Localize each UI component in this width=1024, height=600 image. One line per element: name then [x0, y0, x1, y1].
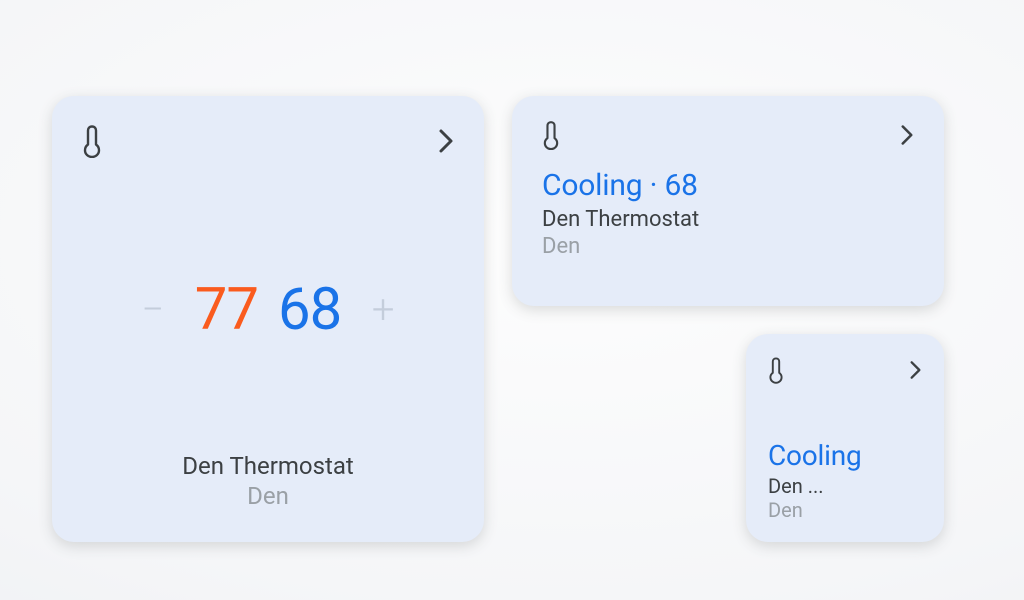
room-name: Den	[542, 234, 914, 259]
thermometer-icon	[82, 124, 102, 158]
thermostat-card-small[interactable]: Cooling Den ... Den	[746, 334, 944, 542]
card-header	[768, 356, 922, 384]
decrease-heat-button[interactable]: −	[131, 290, 175, 330]
thermometer-icon	[768, 356, 784, 384]
temperature-controls: − 77 68 +	[82, 168, 454, 452]
device-name: Den ...	[768, 474, 922, 498]
thermostat-card-medium[interactable]: Cooling · 68 Den Thermostat Den	[512, 96, 944, 306]
thermometer-icon	[542, 120, 560, 150]
thermostat-card-large[interactable]: − 77 68 + Den Thermostat Den	[52, 96, 484, 542]
room-name: Den	[768, 498, 922, 522]
chevron-right-icon[interactable]	[438, 128, 454, 154]
card-footer: Den Thermostat Den	[82, 452, 454, 518]
status-line: Cooling	[768, 439, 922, 472]
device-name: Den Thermostat	[542, 207, 914, 232]
card-body: Cooling · 68 Den Thermostat Den	[542, 168, 914, 259]
status-line: Cooling · 68	[542, 168, 914, 203]
device-name: Den Thermostat	[82, 452, 454, 480]
heat-setpoint: 77	[195, 281, 258, 339]
room-name: Den	[82, 482, 454, 510]
cool-setpoint: 68	[278, 281, 341, 339]
chevron-right-icon[interactable]	[900, 124, 914, 146]
increase-cool-button[interactable]: +	[361, 290, 405, 330]
chevron-right-icon[interactable]	[909, 360, 922, 380]
card-header	[542, 120, 914, 150]
card-body: Cooling Den ... Den	[768, 439, 922, 524]
card-header	[82, 124, 454, 158]
